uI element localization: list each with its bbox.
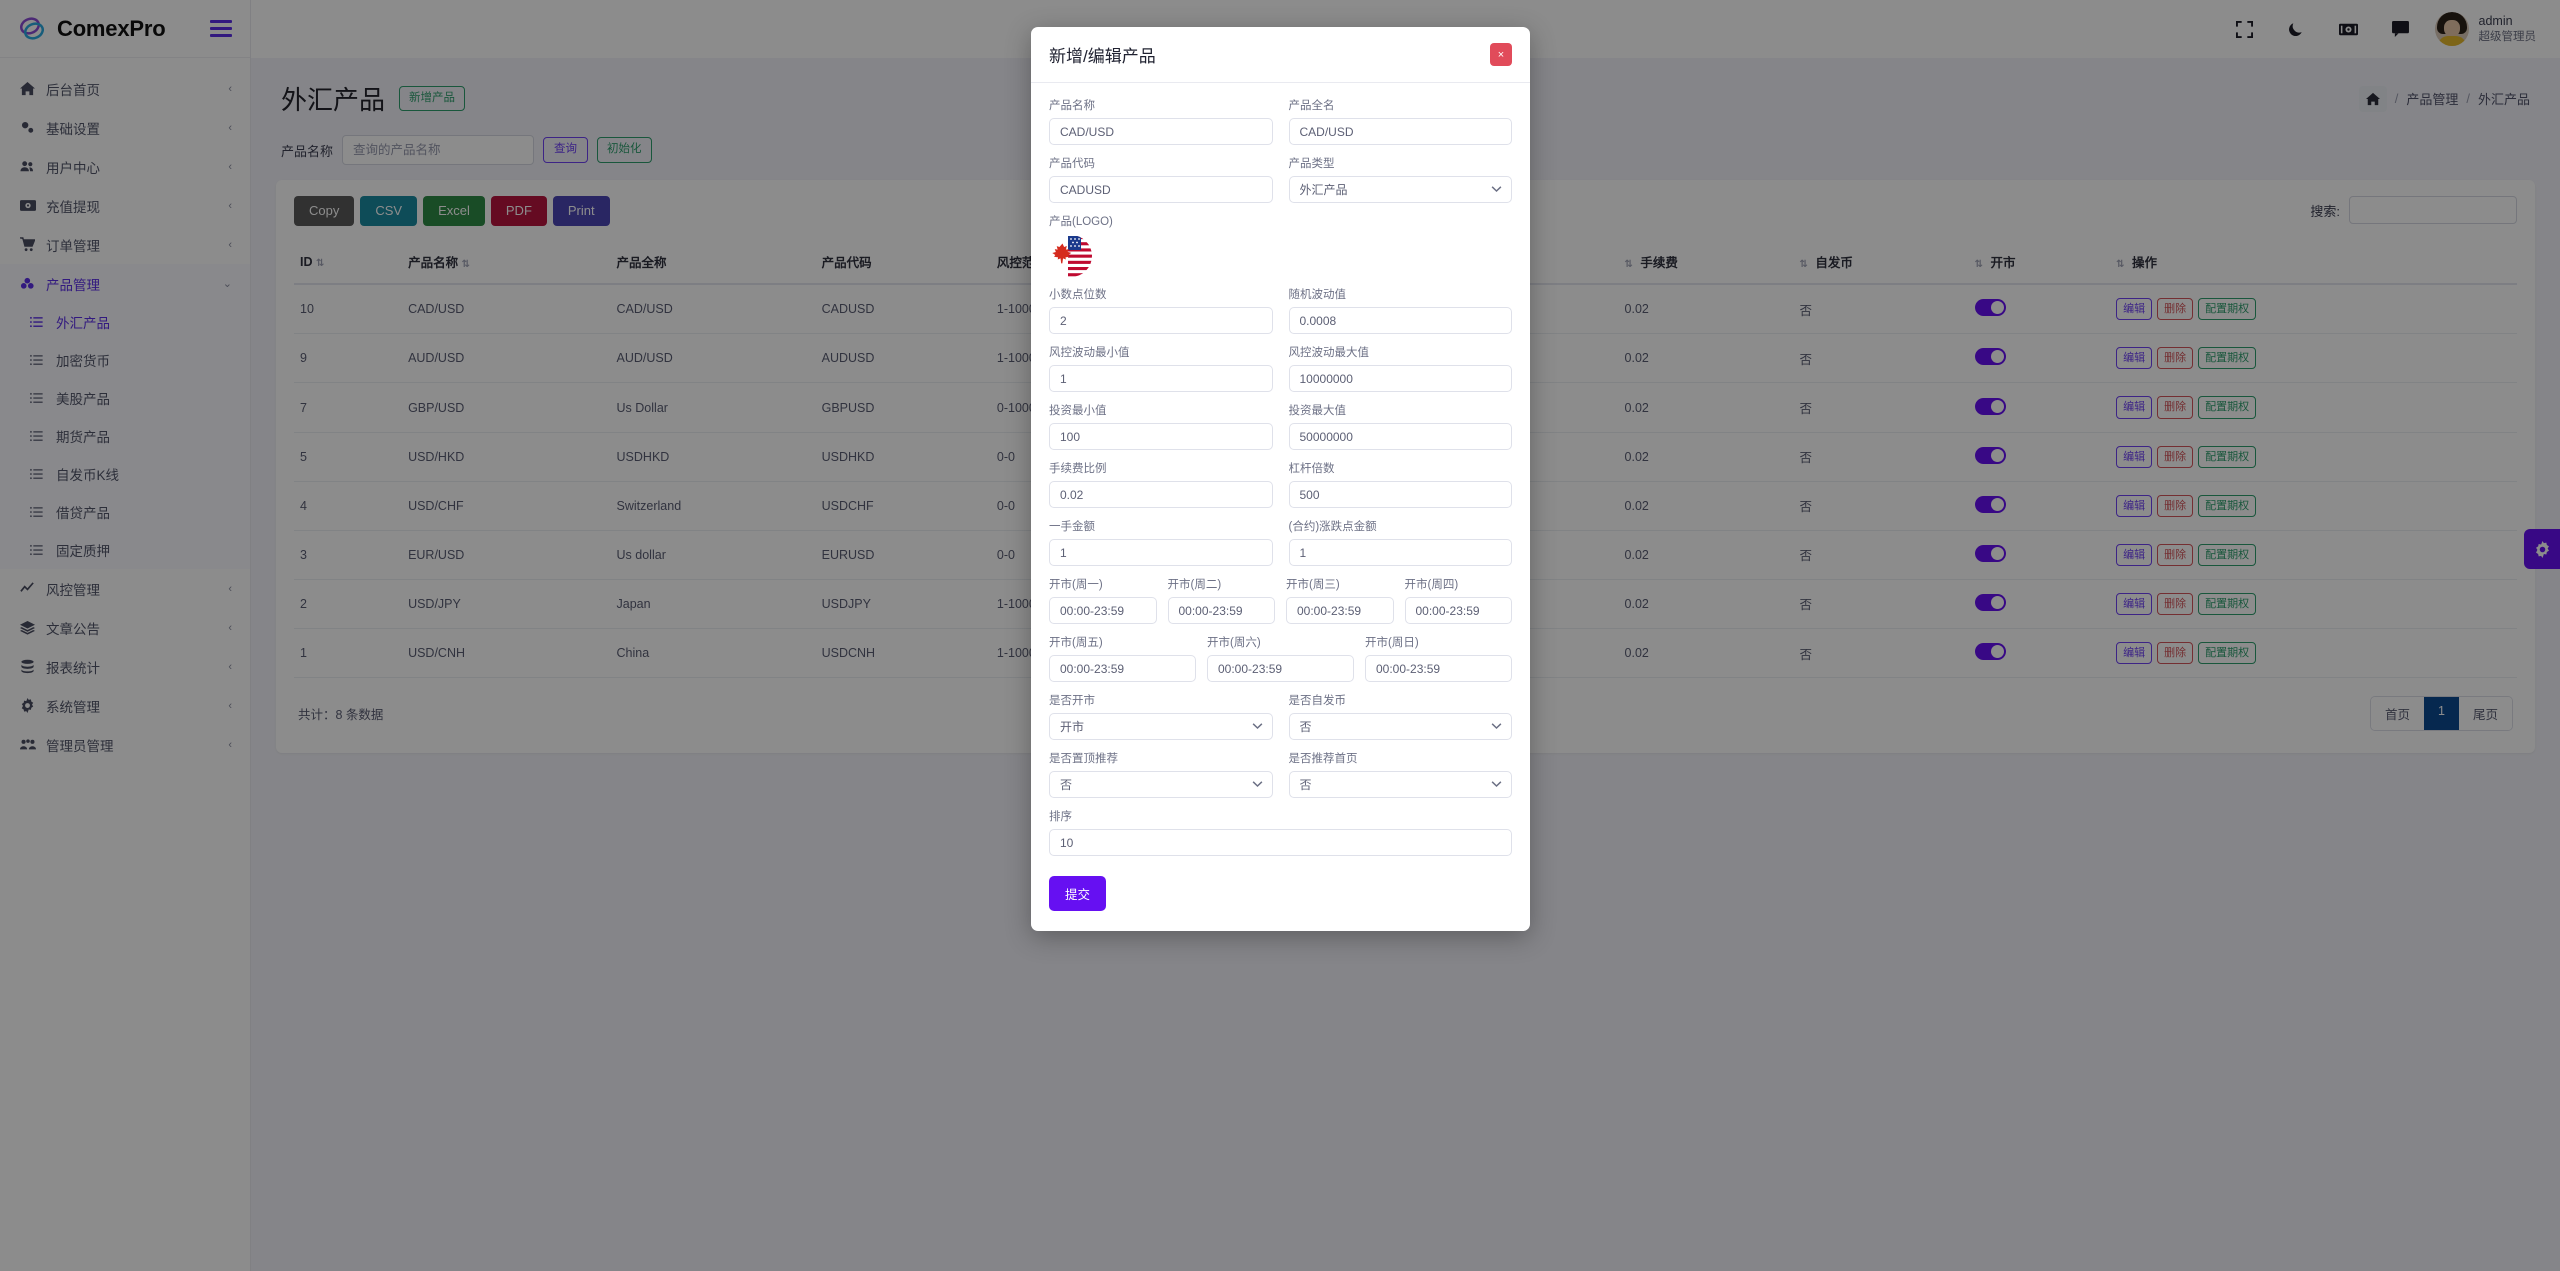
random-volatility-input[interactable] bbox=[1288, 307, 1512, 334]
label-risk-min: 风控波动最小值 bbox=[1049, 347, 1130, 359]
field-open-sat: 开市(周六) bbox=[1207, 634, 1354, 682]
field-is-open: 是否开市 开市 bbox=[1049, 692, 1273, 740]
submit-button[interactable]: 提交 bbox=[1049, 876, 1107, 911]
field-product-logo: 产品(LOGO) bbox=[1049, 213, 1512, 278]
is-open-select[interactable]: 开市 bbox=[1049, 713, 1273, 740]
label-product-code: 产品代码 bbox=[1049, 158, 1095, 170]
label-open-sat: 开市(周六) bbox=[1207, 637, 1261, 649]
risk-min-input[interactable] bbox=[1049, 365, 1273, 392]
is-home-select[interactable]: 否 bbox=[1288, 771, 1512, 798]
label-random-volatility: 随机波动值 bbox=[1288, 289, 1347, 301]
label-open-thu: 开市(周四) bbox=[1404, 579, 1459, 591]
field-open-tue: 开市(周二) bbox=[1167, 576, 1275, 624]
field-product-name: 产品名称 bbox=[1049, 97, 1273, 145]
label-lot-amount: 一手金额 bbox=[1049, 521, 1095, 533]
sort-input[interactable] bbox=[1049, 829, 1512, 856]
field-is-top: 是否置顶推荐 否 bbox=[1049, 750, 1273, 798]
field-open-thu: 开市(周四) bbox=[1404, 576, 1512, 624]
field-open-sun: 开市(周日) bbox=[1365, 634, 1512, 682]
open-thu-input[interactable] bbox=[1404, 597, 1512, 624]
product-code-input[interactable] bbox=[1049, 176, 1273, 203]
modal-body: 产品名称 产品全名 产品代码 产品类型 外汇产品 bbox=[1031, 83, 1530, 931]
field-fee-ratio: 手续费比例 bbox=[1049, 460, 1273, 508]
open-tue-input[interactable] bbox=[1167, 597, 1275, 624]
fee-ratio-input[interactable] bbox=[1049, 481, 1273, 508]
market-hours-row-2: 开市(周五) 开市(周六) 开市(周日) bbox=[1049, 634, 1512, 682]
field-open-mon: 开市(周一) bbox=[1049, 576, 1157, 624]
open-sun-input[interactable] bbox=[1365, 655, 1512, 682]
product-fullname-input[interactable] bbox=[1288, 118, 1512, 145]
field-open-wed: 开市(周三) bbox=[1286, 576, 1394, 624]
field-is-selfcoin: 是否自发币 否 bbox=[1288, 692, 1512, 740]
label-product-logo: 产品(LOGO) bbox=[1049, 216, 1113, 228]
invest-max-input[interactable] bbox=[1288, 423, 1512, 450]
decimals-input[interactable] bbox=[1049, 307, 1273, 334]
field-leverage: 杠杆倍数 bbox=[1288, 460, 1512, 508]
field-contract-point-amount: (合约)涨跌点金额 bbox=[1288, 518, 1512, 566]
open-mon-input[interactable] bbox=[1049, 597, 1157, 624]
open-fri-input[interactable] bbox=[1049, 655, 1196, 682]
product-name-input[interactable] bbox=[1049, 118, 1273, 145]
open-sat-input[interactable] bbox=[1207, 655, 1354, 682]
field-is-home: 是否推荐首页 否 bbox=[1288, 750, 1512, 798]
label-is-open: 是否开市 bbox=[1049, 695, 1095, 707]
leverage-input[interactable] bbox=[1288, 481, 1512, 508]
product-logo-image[interactable] bbox=[1049, 234, 1093, 278]
field-sort: 排序 bbox=[1049, 808, 1512, 856]
label-is-selfcoin: 是否自发币 bbox=[1288, 695, 1347, 707]
field-invest-max: 投资最大值 bbox=[1288, 402, 1512, 450]
close-icon[interactable]: × bbox=[1490, 43, 1512, 66]
app-root: ComexPro 后台首页 ‹ 基础设置 ‹ 用户中心 ‹ 充值提现 ‹ 订单管… bbox=[0, 0, 2560, 1271]
is-selfcoin-select[interactable]: 否 bbox=[1288, 713, 1512, 740]
label-open-mon: 开市(周一) bbox=[1049, 579, 1103, 591]
label-invest-max: 投资最大值 bbox=[1288, 405, 1347, 417]
label-open-wed: 开市(周三) bbox=[1286, 579, 1340, 591]
label-leverage: 杠杆倍数 bbox=[1288, 463, 1335, 475]
field-product-type: 产品类型 外汇产品 bbox=[1288, 155, 1512, 203]
label-fee-ratio: 手续费比例 bbox=[1049, 463, 1107, 475]
label-contract-point-amount: (合约)涨跌点金额 bbox=[1288, 521, 1377, 533]
field-risk-max: 风控波动最大值 bbox=[1288, 344, 1512, 392]
label-open-fri: 开市(周五) bbox=[1049, 637, 1103, 649]
lot-amount-input[interactable] bbox=[1049, 539, 1273, 566]
contract-point-amount-input[interactable] bbox=[1288, 539, 1512, 566]
market-hours-row-1: 开市(周一) 开市(周二) 开市(周三) 开市(周四) bbox=[1049, 576, 1512, 624]
label-risk-max: 风控波动最大值 bbox=[1288, 347, 1370, 359]
label-invest-min: 投资最小值 bbox=[1049, 405, 1107, 417]
field-open-fri: 开市(周五) bbox=[1049, 634, 1196, 682]
product-edit-modal: 新增/编辑产品 × 产品名称 产品全名 产品代码 bbox=[1031, 27, 1530, 931]
modal-header: 新增/编辑产品 × bbox=[1031, 27, 1530, 83]
label-sort: 排序 bbox=[1049, 811, 1072, 823]
label-decimals: 小数点位数 bbox=[1049, 289, 1107, 301]
modal-title: 新增/编辑产品 bbox=[1049, 47, 1156, 66]
field-random-volatility: 随机波动值 bbox=[1288, 286, 1512, 334]
invest-min-input[interactable] bbox=[1049, 423, 1273, 450]
label-is-home: 是否推荐首页 bbox=[1288, 753, 1358, 765]
label-open-tue: 开市(周二) bbox=[1167, 579, 1222, 591]
label-product-name: 产品名称 bbox=[1049, 100, 1095, 112]
label-product-type: 产品类型 bbox=[1288, 158, 1335, 170]
product-type-select[interactable]: 外汇产品 bbox=[1288, 176, 1512, 203]
field-invest-min: 投资最小值 bbox=[1049, 402, 1273, 450]
label-product-fullname: 产品全名 bbox=[1288, 100, 1335, 112]
label-open-sun: 开市(周日) bbox=[1365, 637, 1419, 649]
open-wed-input[interactable] bbox=[1286, 597, 1394, 624]
label-is-top: 是否置顶推荐 bbox=[1049, 753, 1118, 765]
field-product-fullname: 产品全名 bbox=[1288, 97, 1512, 145]
is-top-select[interactable]: 否 bbox=[1049, 771, 1273, 798]
field-decimals: 小数点位数 bbox=[1049, 286, 1273, 334]
field-product-code: 产品代码 bbox=[1049, 155, 1273, 203]
field-risk-min: 风控波动最小值 bbox=[1049, 344, 1273, 392]
field-lot-amount: 一手金额 bbox=[1049, 518, 1273, 566]
risk-max-input[interactable] bbox=[1288, 365, 1512, 392]
